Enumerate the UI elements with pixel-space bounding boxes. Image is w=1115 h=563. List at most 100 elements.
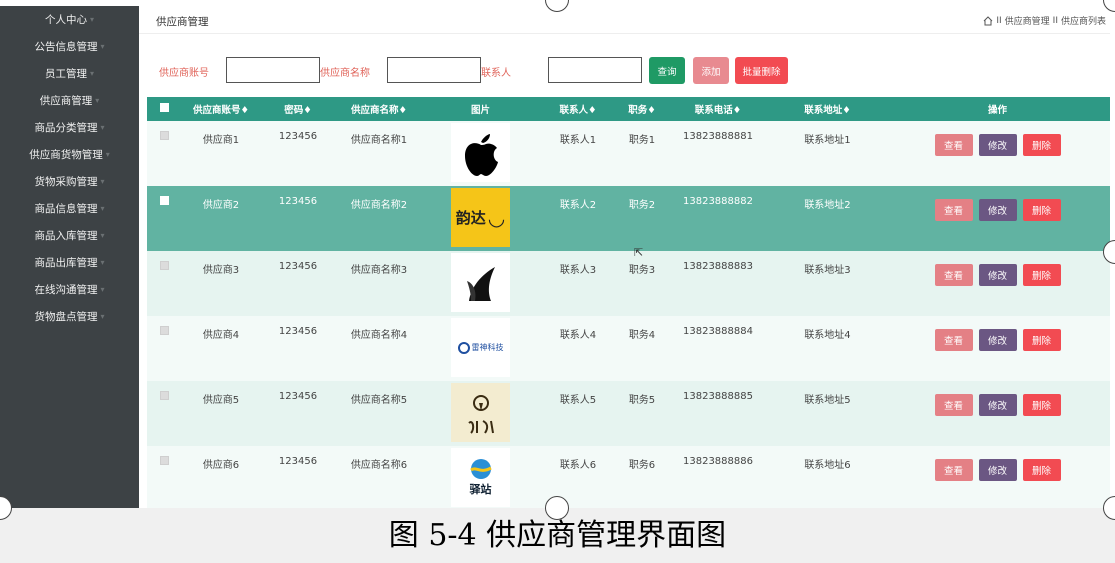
table-row-selected[interactable]: 供应商2 123456 供应商名称2 韵达 ◡ 联系人2 职务2 13823888… (147, 186, 1110, 251)
sidebar-item-supplier-goods[interactable]: 供应商货物管理 ▾ (0, 141, 139, 168)
sidebar-item-inventory-check[interactable]: 货物盘点管理 ▾ (0, 303, 139, 330)
view-button[interactable]: 查看 (934, 199, 973, 221)
dark-brand-logo (451, 253, 510, 312)
edit-button[interactable]: 修改 (978, 199, 1017, 221)
page-title: 供应商管理 (156, 16, 209, 28)
sidebar-item-stock-out[interactable]: 商品出库管理 ▾ (0, 249, 139, 276)
edit-button[interactable]: 修改 (978, 329, 1017, 351)
table-row[interactable]: 供应商5 123456 供应商名称5 联系人5 职务5 13823888885 … (147, 381, 1110, 446)
cell-name: 供应商名称4 (350, 330, 408, 341)
cell-contact: 联系人5 (559, 395, 597, 406)
sidebar-item-label: 在线沟通管理 (34, 284, 98, 296)
view-button[interactable]: 查看 (934, 394, 973, 416)
column-header[interactable]: 职务♦ (618, 97, 666, 121)
breadcrumb-item[interactable]: 供应商管理 (1005, 14, 1050, 27)
column-header[interactable]: 供应商账号♦ (181, 97, 261, 121)
chevron-down-icon: ▾ (100, 42, 105, 51)
chevron-down-icon: ▾ (100, 177, 105, 186)
query-button[interactable]: 查询 (649, 57, 685, 84)
contact-input[interactable] (548, 57, 642, 83)
column-header[interactable]: 联系地址♦ (770, 97, 885, 121)
batch-delete-button[interactable]: 批量删除 (735, 57, 788, 84)
sidebar-item-label: 货物盘点管理 (34, 311, 98, 323)
edit-button[interactable]: 修改 (978, 394, 1017, 416)
column-header[interactable]: 供应商名称♦ (335, 97, 423, 121)
sidebar-item-label: 商品入库管理 (34, 230, 98, 242)
delete-button[interactable]: 删除 (1022, 459, 1061, 481)
cell-password: 123456 (278, 196, 318, 207)
table-row[interactable]: 供应商4 123456 供应商名称4 雷神科技 联系人4 职务4 1382388… (147, 316, 1110, 381)
column-header[interactable]: 联系人♦ (538, 97, 618, 121)
yunda-logo: 韵达 ◡ (451, 188, 510, 247)
cell-name: 供应商名称5 (350, 395, 408, 406)
home-icon[interactable] (983, 15, 993, 26)
delete-button[interactable]: 删除 (1022, 134, 1061, 156)
sidebar-item-product-info[interactable]: 商品信息管理 ▾ (0, 195, 139, 222)
breadcrumb: II 供应商管理 II 供应商列表 (983, 14, 1106, 27)
table-row[interactable]: 供应商1 123456 供应商名称1 联系人1 职务1 13823888881 … (147, 121, 1110, 186)
sidebar-item-online-chat[interactable]: 在线沟通管理 ▾ (0, 276, 139, 303)
cell-account: 供应商4 (202, 330, 240, 341)
row-checkbox[interactable] (159, 391, 169, 400)
row-checkbox[interactable] (159, 456, 169, 465)
sidebar-item-announcements[interactable]: 公告信息管理 ▾ (0, 33, 139, 60)
sidebar-item-product-categories[interactable]: 商品分类管理 ▾ (0, 114, 139, 141)
cell-account: 供应商2 (202, 200, 240, 211)
main-content: 供应商管理 II 供应商管理 II 供应商列表 供应商账号 供应商名称 联系人 … (139, 6, 1110, 508)
sidebar-item-label: 供应商货物管理 (29, 149, 103, 161)
name-label: 供应商名称 (320, 68, 370, 79)
cell-name: 供应商名称2 (350, 200, 408, 211)
select-all-checkbox[interactable] (147, 97, 181, 121)
cell-account: 供应商6 (202, 460, 240, 471)
row-checkbox[interactable] (159, 131, 169, 140)
breadcrumb-item: 供应商列表 (1060, 17, 1106, 27)
row-checkbox[interactable] (159, 261, 169, 270)
sidebar-item-suppliers[interactable]: 供应商管理 ▾ (0, 87, 139, 114)
delete-button[interactable]: 删除 (1022, 394, 1061, 416)
view-button[interactable]: 查看 (934, 329, 973, 351)
sidebar-item-purchasing[interactable]: 货物采购管理 ▾ (0, 168, 139, 195)
row-checkbox[interactable] (159, 326, 169, 335)
name-input[interactable] (387, 57, 481, 83)
delete-button[interactable]: 删除 (1022, 199, 1061, 221)
cell-address: 联系地址4 (804, 330, 851, 341)
column-header: 操作 (987, 105, 1007, 116)
cell-password: 123456 (278, 456, 318, 467)
supplier-table: 供应商账号♦ 密码♦ 供应商名称♦ 图片 联系人♦ 职务♦ 联系电话♦ 联系地址… (147, 97, 1110, 508)
contact-label: 联系人 (481, 68, 511, 79)
cell-name: 供应商名称1 (350, 135, 408, 146)
delete-button[interactable]: 删除 (1022, 329, 1061, 351)
resize-handle-bottom[interactable] (545, 496, 569, 520)
sidebar-item-personal-center[interactable]: 个人中心 ▾ (0, 6, 139, 33)
row-checkbox[interactable] (159, 196, 169, 205)
table-row[interactable]: 供应商3 123456 供应商名称3 联系人3 职务3 13823888883 … (147, 251, 1110, 316)
cell-contact: 联系人1 (559, 135, 597, 146)
account-input[interactable] (226, 57, 320, 83)
delete-button[interactable]: 删除 (1022, 264, 1061, 286)
chevron-down-icon: ▾ (100, 123, 105, 132)
cell-phone: 13823888884 (683, 326, 753, 337)
view-button[interactable]: 查看 (934, 459, 973, 481)
table-row[interactable]: 供应商6 123456 供应商名称6 驿站 联系人6 职务6 138238888… (147, 446, 1110, 508)
edit-button[interactable]: 修改 (978, 264, 1017, 286)
chevron-down-icon: ▾ (100, 258, 105, 267)
sidebar-item-label: 货物采购管理 (34, 176, 98, 188)
view-button[interactable]: 查看 (934, 264, 973, 286)
sidebar-item-staff[interactable]: 员工管理 ▾ (0, 60, 139, 87)
column-header[interactable]: 联系电话♦ (666, 97, 770, 121)
edit-button[interactable]: 修改 (978, 459, 1017, 481)
cell-address: 联系地址1 (804, 135, 851, 146)
cell-duty: 职务4 (628, 330, 656, 341)
add-button[interactable]: 添加 (693, 57, 729, 84)
cell-phone: 13823888883 (683, 261, 753, 272)
cell-contact: 联系人3 (559, 265, 597, 276)
column-header[interactable]: 密码♦ (261, 97, 335, 121)
view-button[interactable]: 查看 (934, 134, 973, 156)
breadcrumb-separator: II (1052, 15, 1058, 26)
sidebar-item-stock-in[interactable]: 商品入库管理 ▾ (0, 222, 139, 249)
tech-company-logo: 雷神科技 (451, 318, 510, 377)
cell-address: 联系地址2 (804, 200, 851, 211)
edit-button[interactable]: 修改 (978, 134, 1017, 156)
column-header: 图片 (470, 105, 490, 116)
cell-password: 123456 (278, 391, 318, 402)
